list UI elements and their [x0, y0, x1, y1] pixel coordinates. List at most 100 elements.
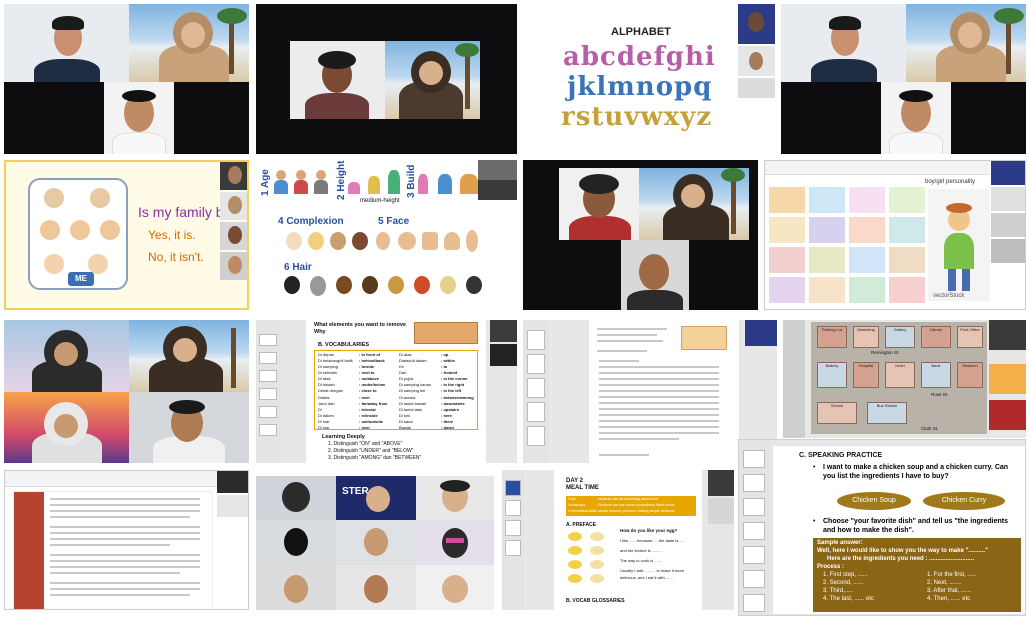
- vocab-cell: Dari: [399, 369, 407, 375]
- alphabet-slide-tile[interactable]: ALPHABET abcdefghi jklmnopq rstuvwxyz: [523, 4, 775, 154]
- vocab-cell: Di samping kiri: [399, 388, 426, 394]
- participant-thumbnail[interactable]: [991, 213, 1025, 237]
- participant-video[interactable]: [129, 392, 249, 463]
- slide-canvas: What elements you want to remove Why B. …: [306, 320, 486, 463]
- participant-thumbnail[interactable]: [989, 364, 1026, 394]
- document-editor-tile[interactable]: [4, 470, 249, 610]
- participant-thumbnail[interactable]: [991, 187, 1025, 211]
- alphabet-letters-row1: abcdefghi: [563, 42, 716, 72]
- video-tile-gallery-1[interactable]: [4, 4, 249, 154]
- street-label: Rose St.: [931, 392, 949, 397]
- option-chicken-soup[interactable]: Chicken Soup: [837, 492, 911, 510]
- describing-people-slide-tile[interactable]: 1 Age 2 Height 3 Build medium-height 4 C…: [256, 160, 517, 310]
- browser-image-search-tile[interactable]: boy/girl personality vectorStock: [764, 160, 1026, 310]
- vocabularies-slide-tile[interactable]: What elements you want to remove Why B. …: [256, 320, 517, 463]
- vocab-cell: Diatas: [318, 394, 330, 400]
- participant-video[interactable]: [416, 476, 494, 520]
- why-text: Why: [314, 329, 326, 335]
- participant-thumbnail[interactable]: [989, 400, 1026, 430]
- vocab-cell: Di atas: [318, 376, 331, 382]
- participant-thumbnail[interactable]: [478, 160, 517, 180]
- search-query[interactable]: boy/girl personality: [925, 179, 975, 185]
- participant-thumbnail[interactable]: [738, 46, 775, 76]
- vocab-cell: : in front of: [359, 351, 381, 357]
- participant-video[interactable]: [256, 565, 336, 610]
- vocab-cell: Di samping kanan: [399, 382, 432, 388]
- vocab-cell: Diatas/di dalam: [399, 357, 427, 363]
- participant-video[interactable]: [336, 520, 416, 565]
- goals-table: Goal : students can tell something about…: [566, 496, 696, 516]
- vocab-cell: : behind/back: [359, 357, 385, 363]
- participant-video[interactable]: [290, 41, 385, 119]
- vocab-cell: : over: [359, 394, 370, 400]
- participant-thumbnail[interactable]: [217, 495, 248, 517]
- section-heading: B. VOCAB GLOSSARIES: [566, 598, 625, 604]
- participant-thumbnail[interactable]: [989, 320, 1026, 350]
- vocab-cell: : over: [359, 425, 370, 431]
- participant-thumbnail[interactable]: [708, 498, 734, 524]
- participant-video[interactable]: [781, 4, 906, 82]
- participant-video[interactable]: [4, 4, 129, 82]
- participant-thumbnail[interactable]: [478, 180, 517, 200]
- participant-thumbnail[interactable]: [991, 161, 1025, 185]
- students-gallery-tile[interactable]: STER: [256, 476, 494, 610]
- participant-thumbnail[interactable]: [738, 4, 775, 44]
- participant-thumbnail[interactable]: [738, 78, 775, 98]
- vocab-cell: Di antara: [399, 394, 416, 400]
- vocab-cell: Di sini: [399, 413, 410, 419]
- video-tile-gallery-5[interactable]: [4, 320, 249, 463]
- participant-thumbnail[interactable]: [708, 470, 734, 496]
- participant-thumbnail[interactable]: [217, 471, 248, 493]
- question-text: What elements you want to remove: [314, 322, 406, 328]
- speaking-question: I want to make a chicken soup and a chic…: [823, 464, 1009, 480]
- participant-video[interactable]: [416, 565, 494, 610]
- participant-video[interactable]: [104, 82, 174, 154]
- participant-video[interactable]: STER: [336, 476, 416, 520]
- alphabet-letters-row3: rstuvwxyz: [561, 102, 713, 132]
- family-slide-tile[interactable]: ME Is my family big? Yes, it is. No, it …: [4, 160, 249, 310]
- video-tile-gallery-2[interactable]: [256, 4, 517, 154]
- map-slide-tile[interactable]: Parking Lot Marketing Gallery Library Post O…: [783, 320, 1026, 438]
- document-page: [589, 320, 739, 463]
- participant-thumbnail[interactable]: [220, 252, 247, 280]
- participant-thumbnail[interactable]: [490, 320, 517, 342]
- participant-video[interactable]: [906, 4, 1026, 82]
- participant-video[interactable]: [385, 41, 480, 119]
- section-complexion: 4 Complexion: [278, 216, 344, 227]
- participant-thumbnail[interactable]: [220, 162, 247, 190]
- participant-video[interactable]: [416, 520, 494, 565]
- document-page: [13, 491, 213, 609]
- participant-video[interactable]: [4, 320, 129, 392]
- map-building: Parking Lot: [817, 326, 847, 348]
- participant-thumbnail[interactable]: [745, 320, 777, 346]
- meal-time-slide-tile[interactable]: DAY 2 MEAL TIME Goal : students can tell…: [502, 470, 734, 610]
- video-tile-gallery-3[interactable]: [781, 4, 1026, 154]
- participant-video[interactable]: [256, 520, 336, 565]
- participant-video[interactable]: [256, 476, 336, 520]
- street-label: Remington St.: [871, 350, 900, 355]
- section-heading: A. PREFACE: [566, 522, 597, 528]
- vocab-cell: : between/among: [441, 394, 474, 400]
- map-building: Post Office: [957, 326, 983, 348]
- participant-thumbnail[interactable]: [991, 239, 1025, 263]
- participant-thumbnail[interactable]: [220, 192, 247, 220]
- participant-video[interactable]: [129, 320, 249, 392]
- vocab-cell: Di depan: [318, 351, 335, 357]
- section-hair: 6 Hair: [284, 262, 312, 273]
- vocab-cell: : under/below: [359, 382, 385, 388]
- speaking-practice-slide-tile[interactable]: C. SPEAKING PRACTICE • I want to make a …: [738, 439, 1026, 616]
- participant-thumbnail[interactable]: [220, 222, 247, 250]
- participant-video[interactable]: [639, 168, 749, 240]
- participant-video[interactable]: [4, 392, 129, 463]
- participant-video[interactable]: [621, 240, 689, 310]
- vocab-cell: Bawah: [399, 425, 412, 431]
- participant-thumbnail[interactable]: [490, 344, 517, 366]
- participant-video[interactable]: [336, 565, 416, 610]
- video-tile-gallery-4[interactable]: [523, 160, 758, 310]
- participant-video[interactable]: [129, 4, 249, 82]
- map-building: Marketing: [853, 326, 879, 348]
- option-chicken-curry[interactable]: Chicken Curry: [923, 492, 1005, 510]
- participant-video[interactable]: [559, 168, 639, 240]
- participant-video[interactable]: [881, 82, 951, 154]
- learning-heading: Learning Deeply: [322, 434, 365, 440]
